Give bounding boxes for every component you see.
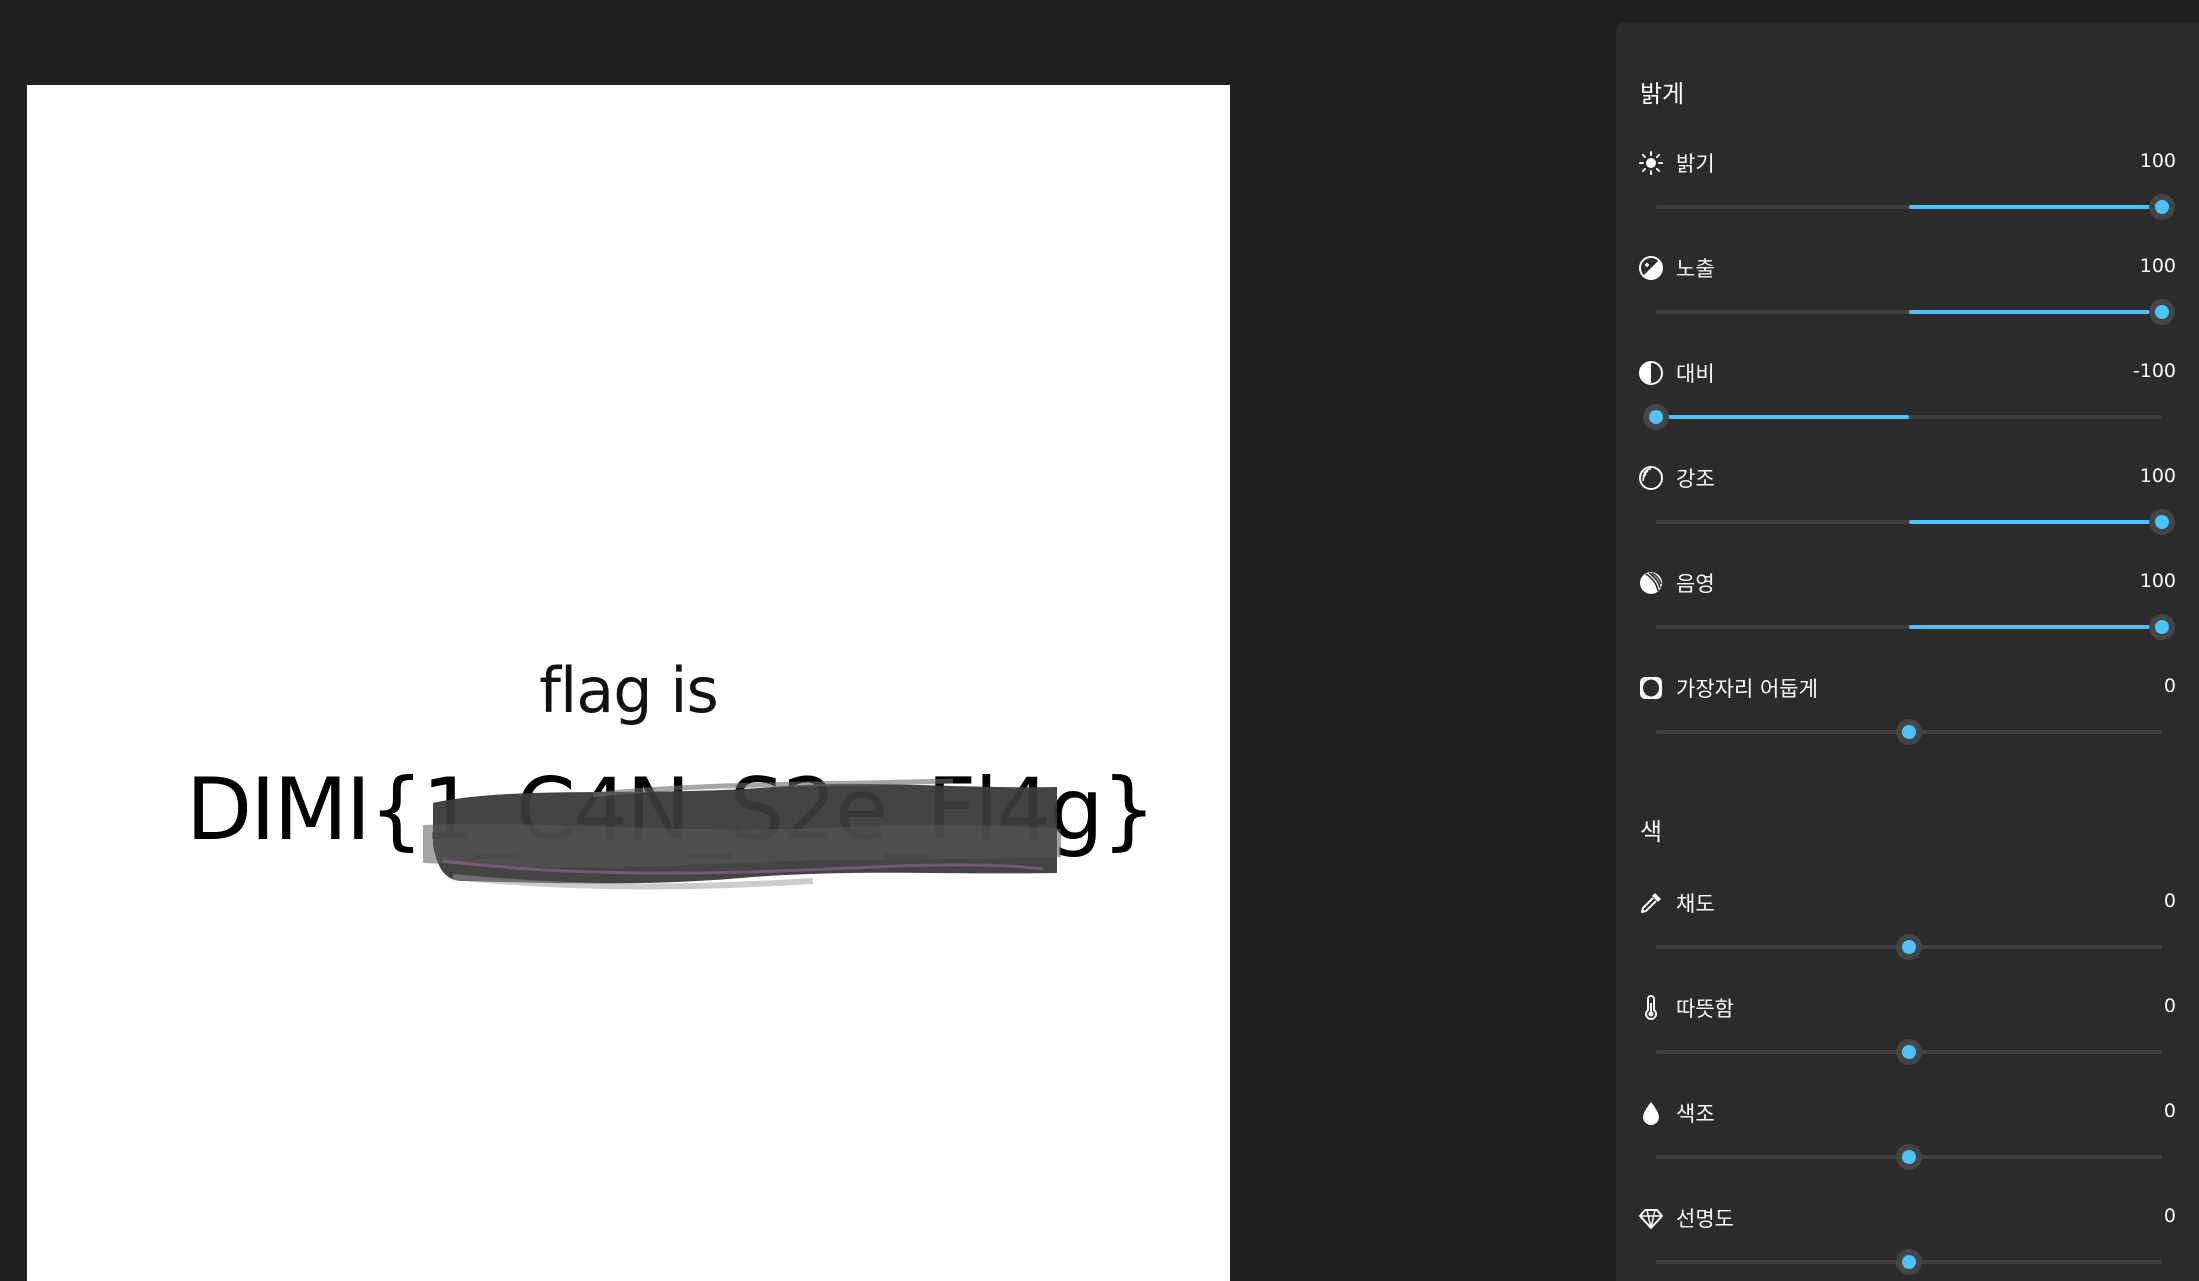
image-text-line1: flag is: [539, 654, 719, 727]
tint-label: 색조: [1676, 1102, 1715, 1126]
contrast-slider-thumb[interactable]: [1643, 404, 1669, 430]
contrast-label: 대비: [1676, 362, 1715, 386]
thermometer-icon: [1638, 995, 1664, 1021]
image-canvas[interactable]: flag is DIMI{1_C4N_S2e_Fl4g}: [27, 85, 1230, 1281]
contrast-icon: [1638, 360, 1664, 386]
exposure-label: 노출: [1676, 257, 1715, 281]
brightness-value: 100: [2139, 150, 2176, 172]
exposure-adjustment: 노출 100: [1616, 255, 2199, 355]
vignette-value: 0: [2163, 675, 2176, 697]
droplet-icon: [1638, 1100, 1664, 1126]
exposure-icon: [1638, 255, 1664, 281]
clarity-adjustment: 선명도 0: [1616, 1205, 2199, 1281]
adjustments-panel: 밝게 밝기 100 노출 100 대비 -100 강조 100 음영 100 가…: [1616, 22, 2199, 1281]
warmth-slider[interactable]: [1656, 1039, 2162, 1065]
warmth-slider-thumb[interactable]: [1896, 1039, 1922, 1065]
contrast-slider[interactable]: [1643, 404, 2162, 430]
exposure-slider-fill: [1909, 310, 2162, 314]
brightness-slider-fill: [1909, 205, 2162, 209]
vignette-label: 가장자리 어둡게: [1676, 677, 1818, 701]
eyedropper-icon: [1638, 890, 1664, 916]
shadows-slider[interactable]: [1656, 614, 2175, 640]
brightness-label: 밝기: [1676, 152, 1715, 176]
highlights-slider-thumb[interactable]: [2149, 509, 2175, 535]
vignette-adjustment: 가장자리 어둡게 0: [1616, 675, 2199, 775]
warmth-label: 따뜻함: [1676, 997, 1734, 1021]
vignette-slider[interactable]: [1656, 719, 2162, 745]
clarity-slider[interactable]: [1656, 1249, 2162, 1275]
tint-adjustment: 색조 0: [1616, 1100, 2199, 1200]
color-section-title: 색: [1640, 818, 1663, 846]
exposure-slider[interactable]: [1656, 299, 2175, 325]
highlights-label: 강조: [1676, 467, 1715, 491]
highlights-slider[interactable]: [1656, 509, 2175, 535]
vignette-icon: [1638, 675, 1664, 701]
highlights-value: 100: [2139, 465, 2176, 487]
tint-slider[interactable]: [1656, 1144, 2162, 1170]
shadows-slider-fill: [1909, 625, 2162, 629]
vignette-slider-thumb[interactable]: [1896, 719, 1922, 745]
brightness-slider-thumb[interactable]: [2149, 194, 2175, 220]
contrast-slider-fill: [1656, 415, 1909, 419]
highlights-adjustment: 강조 100: [1616, 465, 2199, 565]
diamond-icon: [1638, 1205, 1664, 1231]
saturation-value: 0: [2163, 890, 2176, 912]
shadows-slider-thumb[interactable]: [2149, 614, 2175, 640]
exposure-slider-thumb[interactable]: [2149, 299, 2175, 325]
shadows-label: 음영: [1676, 572, 1715, 596]
tint-value: 0: [2163, 1100, 2176, 1122]
saturation-adjustment: 채도 0: [1616, 890, 2199, 990]
saturation-slider[interactable]: [1656, 934, 2162, 960]
light-section-title: 밝게: [1640, 80, 1685, 108]
sun-icon: [1638, 150, 1664, 176]
contrast-value: -100: [2132, 360, 2176, 382]
exposure-value: 100: [2139, 255, 2176, 277]
clarity-label: 선명도: [1676, 1207, 1734, 1231]
saturation-label: 채도: [1676, 892, 1715, 916]
warmth-adjustment: 따뜻함 0: [1616, 995, 2199, 1095]
contrast-adjustment: 대비 -100: [1616, 360, 2199, 460]
shadows-adjustment: 음영 100: [1616, 570, 2199, 670]
shadows-icon: [1638, 570, 1664, 596]
clarity-slider-thumb[interactable]: [1896, 1249, 1922, 1275]
tint-slider-thumb[interactable]: [1896, 1144, 1922, 1170]
saturation-slider-thumb[interactable]: [1896, 934, 1922, 960]
photo-editor-window: flag is DIMI{1_C4N_S2e_Fl4g} 밝게 밝기 100 노…: [0, 0, 2199, 1281]
highlights-icon: [1638, 465, 1664, 491]
image-text-line2: DIMI{1_C4N_S2e_Fl4g}: [186, 760, 1156, 860]
shadows-value: 100: [2139, 570, 2176, 592]
brightness-slider[interactable]: [1656, 194, 2175, 220]
warmth-value: 0: [2163, 995, 2176, 1017]
brightness-adjustment: 밝기 100: [1616, 150, 2199, 250]
clarity-value: 0: [2163, 1205, 2176, 1227]
highlights-slider-fill: [1909, 520, 2162, 524]
